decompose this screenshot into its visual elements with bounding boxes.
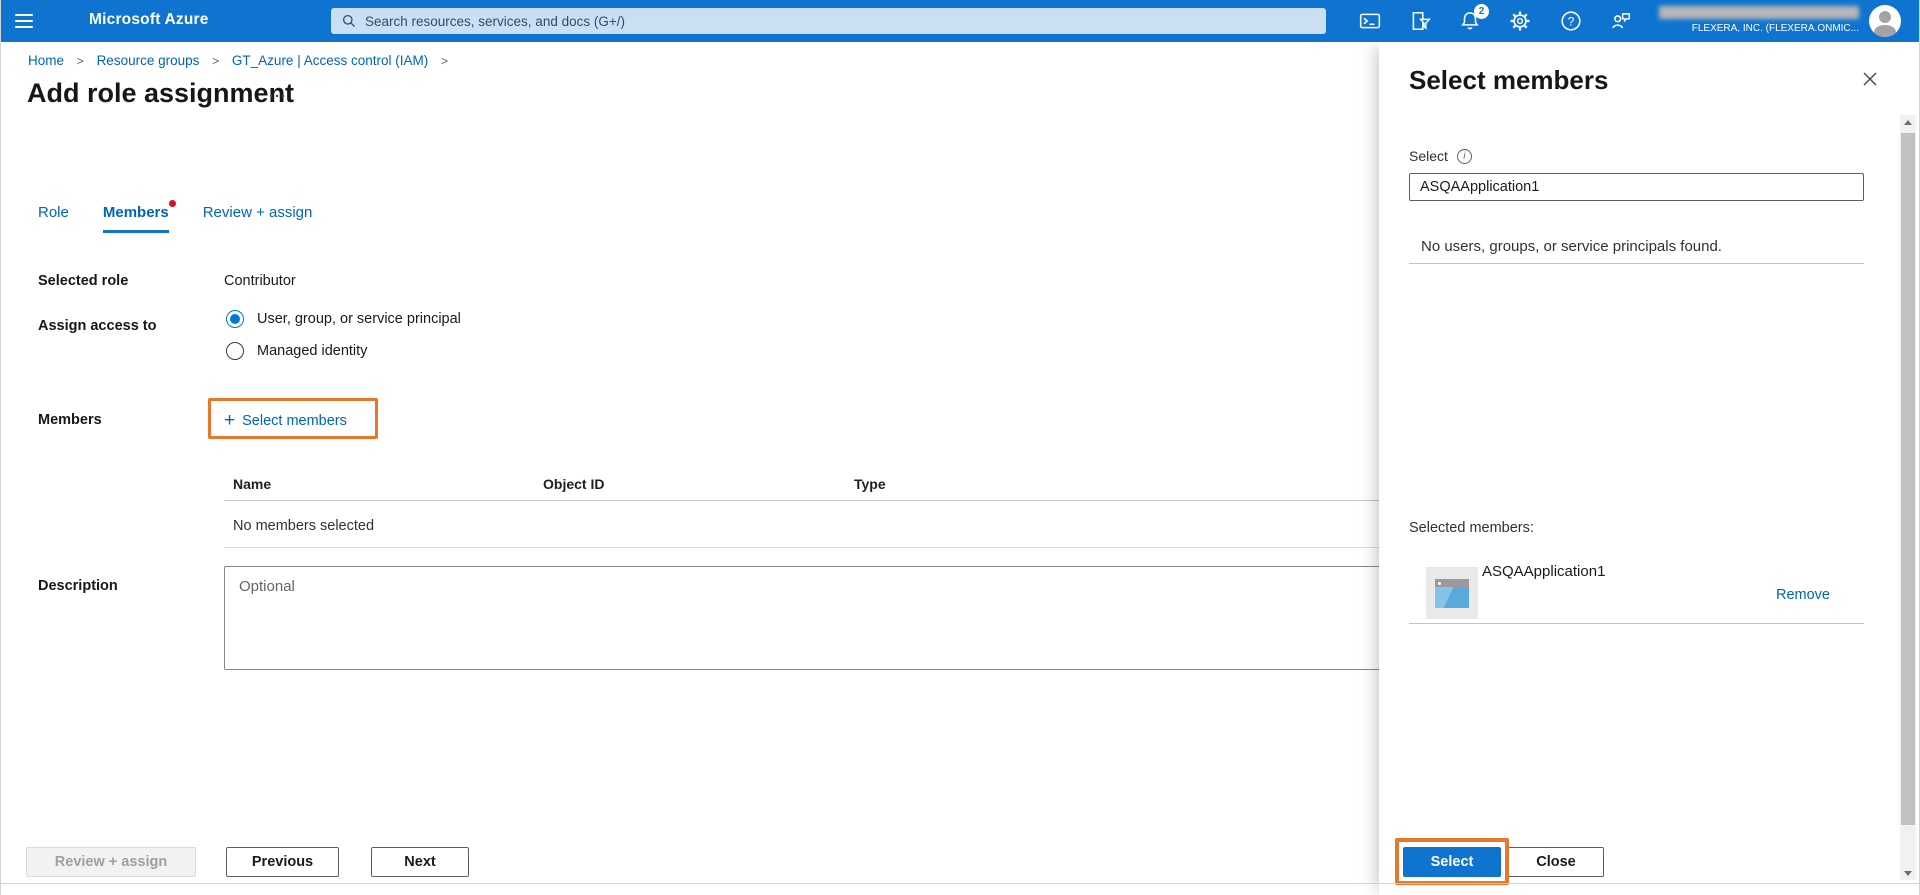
notification-count-badge: 2	[1474, 4, 1489, 19]
assign-access-label: Assign access to	[38, 318, 157, 334]
select-members-panel: Select members Select i No users, groups…	[1379, 42, 1919, 895]
title-overflow-menu[interactable]: ···	[269, 88, 287, 105]
next-button[interactable]: Next	[371, 847, 469, 877]
panel-scrollbar[interactable]	[1900, 115, 1916, 880]
panel-title: Select members	[1409, 65, 1609, 95]
remove-member-link[interactable]: Remove	[1776, 587, 1830, 603]
scroll-down-icon[interactable]	[1900, 866, 1916, 880]
previous-button[interactable]: Previous	[226, 847, 339, 877]
table-header-divider	[224, 500, 1441, 501]
account-button[interactable]: FLEXERA, INC. (FLEXERA.ONMIC...	[1659, 4, 1859, 38]
brand-title[interactable]: Microsoft Azure	[89, 11, 209, 29]
info-icon[interactable]: i	[1456, 148, 1472, 164]
table-empty-text: No members selected	[233, 518, 375, 534]
breadcrumb-separator: >	[441, 54, 449, 68]
breadcrumb-iam[interactable]: GT_Azure | Access control (IAM)	[232, 53, 428, 68]
member-search-input[interactable]	[1409, 173, 1864, 201]
window-bottom-edge	[1, 883, 1919, 884]
panel-select-button[interactable]: Select	[1403, 847, 1501, 877]
breadcrumb-separator: >	[76, 54, 84, 68]
search-icon	[343, 15, 356, 28]
select-members-link[interactable]: + Select members	[224, 410, 347, 432]
table-header-name: Name	[233, 476, 272, 492]
help-icon[interactable]: ?	[1560, 10, 1582, 32]
account-name-redacted	[1659, 6, 1859, 19]
select-field-label: Select i	[1409, 148, 1472, 164]
tab-members[interactable]: Members	[102, 200, 176, 233]
tab-role[interactable]: Role	[38, 204, 69, 233]
feedback-icon[interactable]	[1610, 10, 1632, 32]
search-input[interactable]	[365, 13, 1252, 29]
tab-review-assign[interactable]: Review + assign	[203, 204, 313, 233]
hamburger-menu-icon[interactable]	[15, 10, 39, 32]
avatar[interactable]	[1869, 5, 1901, 37]
scrollbar-thumb[interactable]	[1901, 133, 1915, 825]
plus-icon: +	[224, 410, 236, 431]
members-tab-alert-dot	[168, 200, 176, 207]
description-label: Description	[38, 578, 118, 594]
selected-role-label: Selected role	[38, 273, 129, 289]
account-tenant-label: FLEXERA, INC. (FLEXERA.ONMIC...	[1691, 23, 1859, 34]
azure-portal-window: Microsoft Azure 2	[0, 0, 1920, 895]
review-assign-button[interactable]: Review + assign	[26, 847, 196, 877]
panel-close-button[interactable]: Close	[1508, 847, 1604, 877]
description-textarea[interactable]	[224, 566, 1441, 670]
radio-selected-icon	[226, 310, 244, 328]
panel-divider	[1409, 623, 1864, 624]
breadcrumb-resource-groups[interactable]: Resource groups	[97, 53, 200, 68]
app-window-icon	[1426, 567, 1478, 619]
radio-managed-identity[interactable]: Managed identity	[226, 342, 367, 360]
directory-filter-icon[interactable]	[1409, 10, 1431, 32]
selected-members-label: Selected members:	[1409, 520, 1534, 536]
selected-member-name: ASQAApplication1	[1482, 563, 1606, 580]
radio-unselected-icon	[226, 342, 244, 360]
members-label: Members	[38, 412, 102, 428]
gear-icon[interactable]	[1509, 10, 1531, 32]
breadcrumb-separator: >	[212, 54, 220, 68]
breadcrumb-home[interactable]: Home	[28, 53, 64, 68]
svg-text:?: ?	[1568, 14, 1575, 28]
tab-bar: Role Members Review + assign	[38, 200, 346, 233]
radio-user-group-service-principal[interactable]: User, group, or service principal	[226, 310, 461, 328]
global-search	[331, 8, 1326, 34]
table-row-divider	[224, 547, 1441, 548]
page-title: Add role assignment	[27, 78, 295, 108]
scroll-up-icon[interactable]	[1900, 115, 1916, 129]
notifications-bell-icon[interactable]: 2	[1459, 4, 1489, 32]
selected-role-value: Contributor	[224, 273, 296, 289]
no-results-text: No users, groups, or service principals …	[1421, 238, 1722, 255]
table-header-object-id: Object ID	[543, 476, 605, 492]
top-bar: Microsoft Azure 2	[1, 0, 1919, 42]
panel-divider	[1409, 263, 1864, 264]
close-icon[interactable]	[1857, 66, 1883, 92]
cloud-shell-icon[interactable]	[1359, 10, 1381, 32]
table-header-type: Type	[854, 476, 886, 492]
breadcrumb: Home > Resource groups > GT_Azure | Acce…	[28, 53, 457, 68]
